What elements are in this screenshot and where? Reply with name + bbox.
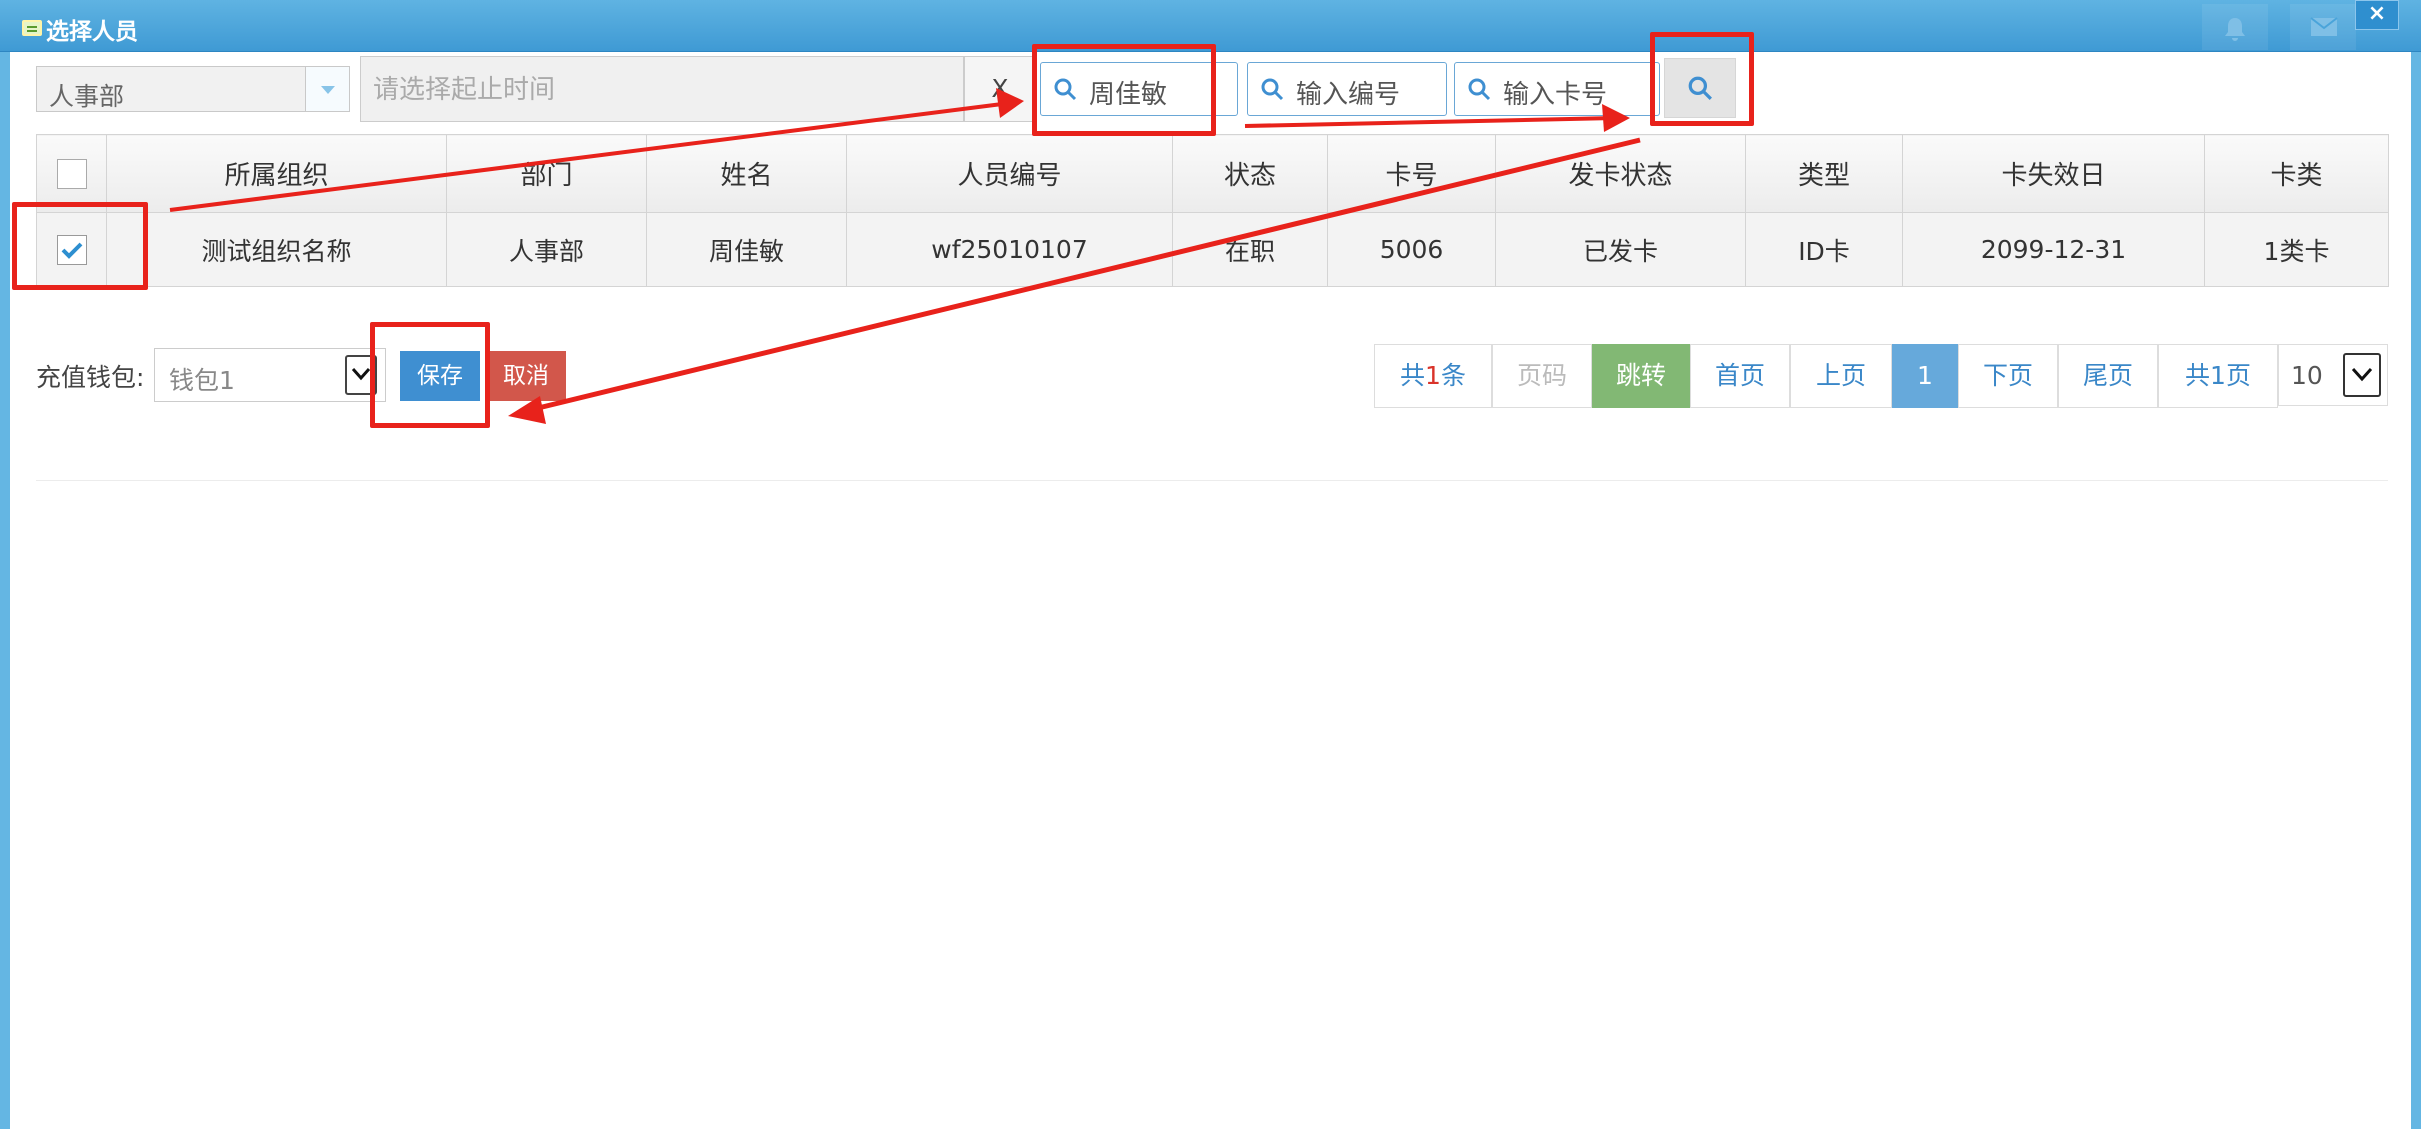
select-person-dialog: 选择人员 × 人事部 请选择起止时间 X 周佳敏 输入编号 输入卡号 所属组织 … <box>0 0 2421 1129</box>
annotation-arrow-search-to-save <box>529 137 1641 413</box>
annotation-arrow-checkbox-to-name <box>169 101 1011 212</box>
annotation-arrows <box>169 88 1641 424</box>
annotation-arrowhead-1 <box>996 88 1024 118</box>
annotation-arrowhead-2 <box>1602 104 1630 132</box>
annotation-arrowhead-3 <box>508 396 546 424</box>
annotation-arrow-name-to-search <box>1244 116 1616 128</box>
